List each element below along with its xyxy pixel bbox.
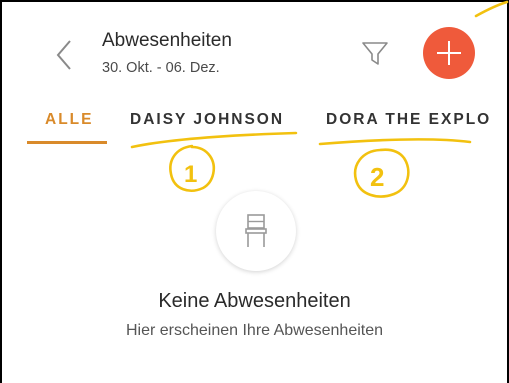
annotation-underline-2 xyxy=(318,138,472,146)
annotation-overlay: 1 2 xyxy=(130,0,509,198)
annotation-stroke-top-right xyxy=(474,0,509,18)
annotation-number-1: 1 xyxy=(184,161,197,188)
annotation-underline-1 xyxy=(130,131,298,149)
annotation-number-2: 2 xyxy=(370,162,384,192)
